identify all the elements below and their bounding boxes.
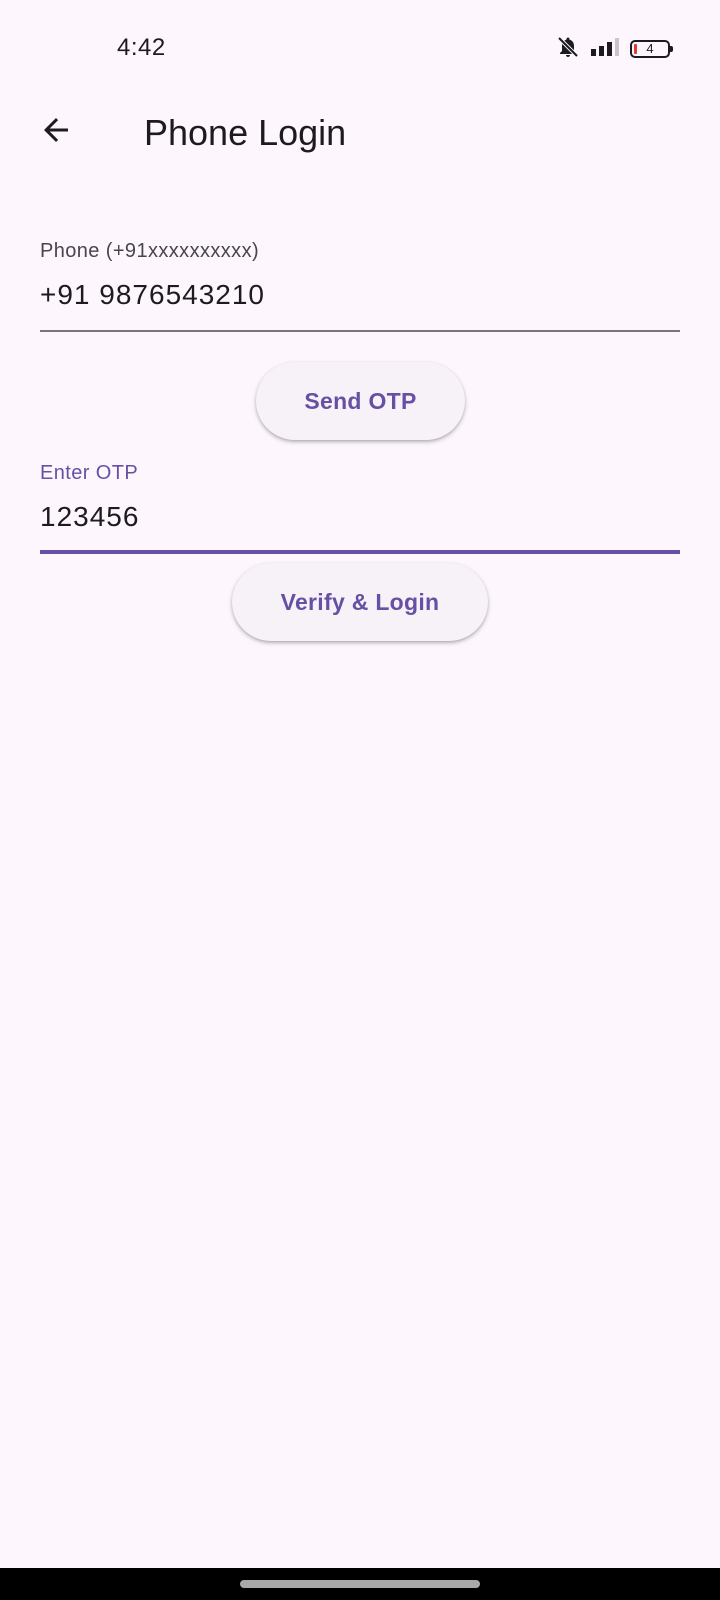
page-title: Phone Login <box>144 112 347 153</box>
otp-field-underline <box>40 550 680 554</box>
signal-icon <box>590 37 620 62</box>
status-time: 4:42 <box>117 34 166 61</box>
otp-input[interactable] <box>40 499 680 535</box>
home-indicator[interactable] <box>240 1580 480 1588</box>
battery-icon: 4 <box>630 40 673 58</box>
send-otp-button[interactable]: Send OTP <box>256 362 465 440</box>
arrow-back-icon <box>38 112 74 153</box>
battery-level: 4 <box>646 41 654 56</box>
navigation-bar <box>0 1568 720 1600</box>
phone-field-underline <box>40 330 680 332</box>
phone-field-label: Phone (+91xxxxxxxxxx) <box>40 240 260 262</box>
notifications-off-icon <box>556 35 580 64</box>
status-bar: 4:42 4 <box>0 0 720 96</box>
otp-field-label: Enter OTP <box>40 462 139 484</box>
phone-input[interactable] <box>40 277 680 313</box>
status-icons: 4 <box>556 35 673 64</box>
phone-field: Phone (+91xxxxxxxxxx) <box>40 240 680 332</box>
app-bar: Phone Login <box>0 96 720 168</box>
verify-login-button[interactable]: Verify & Login <box>232 563 488 641</box>
back-button[interactable] <box>28 104 84 160</box>
otp-field: Enter OTP <box>40 462 680 554</box>
